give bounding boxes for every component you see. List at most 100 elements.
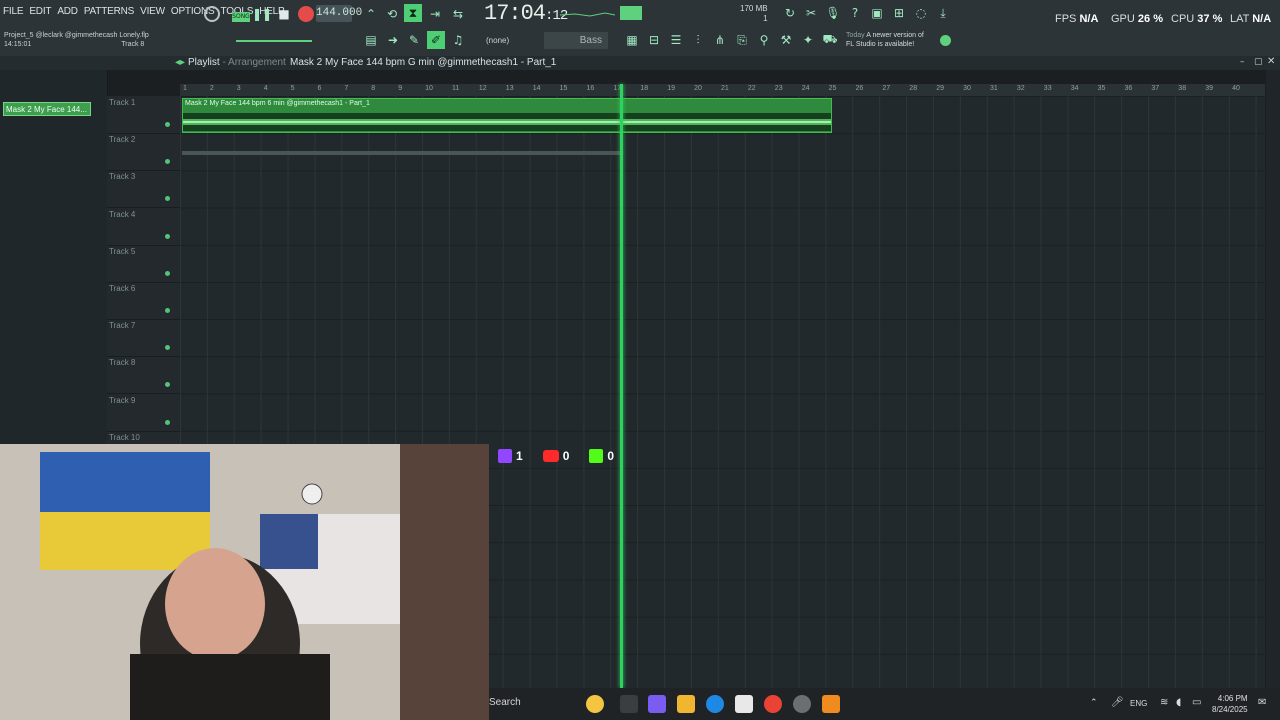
cart-icon[interactable]: ⛟ xyxy=(821,31,839,49)
pencil-icon[interactable]: ✐ xyxy=(427,31,445,49)
timeline-ruler[interactable]: 1 2 3 4 5 6 7 8 9 10 11 12 13 14 15 16 17 18 19 20 21 22 23 24 2… xyxy=(180,84,1265,96)
playlist-icon[interactable]: ▤ xyxy=(362,31,380,49)
wifi-icon[interactable]: ≋ xyxy=(1160,697,1168,708)
mic-icon[interactable]: 🎙 xyxy=(824,4,842,22)
menu-add[interactable]: ADD xyxy=(54,6,81,22)
piano-roll-icon[interactable]: ▦ xyxy=(623,31,641,49)
fl-studio-icon[interactable] xyxy=(822,695,840,713)
playlist-pattern-name[interactable]: Mask 2 My Face 144 bpm G min @gimmetheca… xyxy=(290,57,556,68)
undo-icon[interactable]: ↻ xyxy=(781,4,799,22)
track-header[interactable]: Track 2 xyxy=(107,133,180,172)
snap-selector[interactable]: (none) xyxy=(486,36,509,45)
track-led-icon[interactable] xyxy=(165,345,170,351)
track-header[interactable]: Track 3 xyxy=(107,170,180,209)
menu-edit[interactable]: EDIT xyxy=(26,6,54,22)
track-header[interactable]: Track 1 xyxy=(107,96,180,134)
track-header[interactable]: Track 7 xyxy=(107,319,180,358)
step-edit-icon[interactable]: ⇥ xyxy=(426,5,444,23)
tray-chevron-icon[interactable]: ⌃ xyxy=(1090,698,1098,708)
battery-icon[interactable]: ▭ xyxy=(1192,697,1201,708)
bell-icon[interactable]: ♫ xyxy=(449,31,467,49)
playlist-options-icon[interactable]: ◂▸ xyxy=(175,57,185,68)
track-header[interactable]: Track 4 xyxy=(107,208,180,246)
track-header[interactable]: Track 5 xyxy=(107,245,180,283)
wand-icon[interactable]: ✦ xyxy=(799,31,817,49)
store-icon[interactable] xyxy=(735,695,753,713)
song-position-display[interactable]: 17:04:12 xyxy=(484,1,568,26)
channel-rack-icon[interactable]: ⊟ xyxy=(645,31,663,49)
notification-icon[interactable]: ✉ xyxy=(1258,697,1266,708)
playhead[interactable] xyxy=(620,84,623,688)
track-led-icon[interactable] xyxy=(165,233,170,239)
twitch-count: 1 xyxy=(516,449,523,463)
app-icon[interactable] xyxy=(793,695,811,713)
metronome-icon[interactable]: ⌃ xyxy=(362,5,380,23)
copilot-icon[interactable] xyxy=(648,695,666,713)
track-name: Track 8 xyxy=(109,358,136,368)
mixer-icon[interactable]: ⊞ xyxy=(890,4,908,22)
menu-view[interactable]: VIEW xyxy=(137,6,168,22)
ghost-clip[interactable] xyxy=(182,151,620,155)
chat-icon[interactable]: ◌ xyxy=(912,4,930,22)
search-highlight-icon[interactable] xyxy=(586,695,604,713)
arrow-icon[interactable]: ➜ xyxy=(384,31,402,49)
pattern-item[interactable]: Mask 2 My Face 144... xyxy=(3,102,91,116)
help-icon[interactable]: ? xyxy=(846,4,864,22)
system-clock[interactable]: 4:06 PM 8/24/2025 xyxy=(1212,693,1248,715)
track-header[interactable]: Track 8 xyxy=(107,356,180,395)
track-name: Track 5 xyxy=(109,246,136,256)
vertical-scrollbar[interactable] xyxy=(1266,70,1280,688)
browser-icon[interactable]: ☰ xyxy=(667,31,685,49)
track-led-icon[interactable] xyxy=(165,270,170,276)
track-led-icon[interactable] xyxy=(165,308,170,313)
file-explorer-icon[interactable] xyxy=(677,695,695,713)
task-view-icon[interactable] xyxy=(620,695,638,713)
mic-tray-icon[interactable]: 🎤︎ xyxy=(1111,697,1124,708)
playlist-title: Playlist - Arrangement xyxy=(188,57,286,68)
track-led-icon[interactable] xyxy=(165,159,170,165)
language-indicator[interactable]: ENG xyxy=(1130,699,1147,708)
volume-icon[interactable]: ◖ xyxy=(1176,697,1181,708)
track-header[interactable]: Track 9 xyxy=(107,394,180,432)
cpu-stat: CPU 37 % xyxy=(1171,13,1222,25)
twitch-counter: 1 xyxy=(498,449,523,463)
tempo-display[interactable]: 144.000 xyxy=(316,5,362,22)
news-panel[interactable]: Today A newer version of FL Studio is av… xyxy=(846,31,924,49)
tool-icon[interactable]: ⚒ xyxy=(777,31,795,49)
blend-icon[interactable]: ⇆ xyxy=(449,5,467,23)
window-minimize-icon[interactable]: – xyxy=(1240,57,1245,67)
save-icon[interactable]: ▣ xyxy=(868,4,886,22)
preset-selector[interactable]: Bass xyxy=(544,32,608,49)
taskbar-search[interactable]: Search xyxy=(489,697,521,708)
brush-icon[interactable]: ✎ xyxy=(405,31,423,49)
pat-song-switch-icon[interactable] xyxy=(204,6,220,22)
audio-clip[interactable]: Mask 2 My Face 144 bpm 6 min @gimmetheca… xyxy=(182,98,832,133)
cpu-label: CPU xyxy=(1171,13,1195,25)
stop-icon[interactable]: ■ xyxy=(275,5,293,23)
menu-patterns[interactable]: PATTERNS xyxy=(81,6,137,22)
clipboard-icon[interactable]: ⎘ xyxy=(733,31,751,49)
loop-record-icon[interactable]: ⟲ xyxy=(383,5,401,23)
globe-icon[interactable] xyxy=(940,35,951,46)
countdown-icon[interactable]: ⧗ xyxy=(404,4,422,22)
song-mode-button[interactable]: SONG xyxy=(232,12,250,22)
track-led-icon[interactable] xyxy=(165,419,170,425)
record-button[interactable] xyxy=(298,6,314,22)
track-led-icon[interactable] xyxy=(165,196,170,202)
pause-icon[interactable]: ❚❚ xyxy=(252,5,272,23)
menu-file[interactable]: FILE xyxy=(0,6,26,22)
download-icon[interactable]: ⤓ xyxy=(934,4,952,22)
window-close-icon[interactable]: ✕ xyxy=(1267,56,1275,67)
mixer-faders-icon[interactable]: ⫶ xyxy=(689,31,707,49)
track-led-icon[interactable] xyxy=(165,122,170,127)
plug-icon[interactable]: ⚲ xyxy=(755,31,773,49)
cut-icon[interactable]: ✂ xyxy=(802,4,820,22)
chrome-icon[interactable] xyxy=(764,695,782,713)
track-led-icon[interactable] xyxy=(165,382,170,388)
ruler-bar-number: 10 xyxy=(425,85,433,92)
master-volume-slider[interactable] xyxy=(236,40,312,42)
window-maximize-icon[interactable]: ▢ xyxy=(1254,57,1263,67)
edge-icon[interactable] xyxy=(706,695,724,713)
track-header[interactable]: Track 6 xyxy=(107,282,180,320)
tree-icon[interactable]: ⋔ xyxy=(711,31,729,49)
